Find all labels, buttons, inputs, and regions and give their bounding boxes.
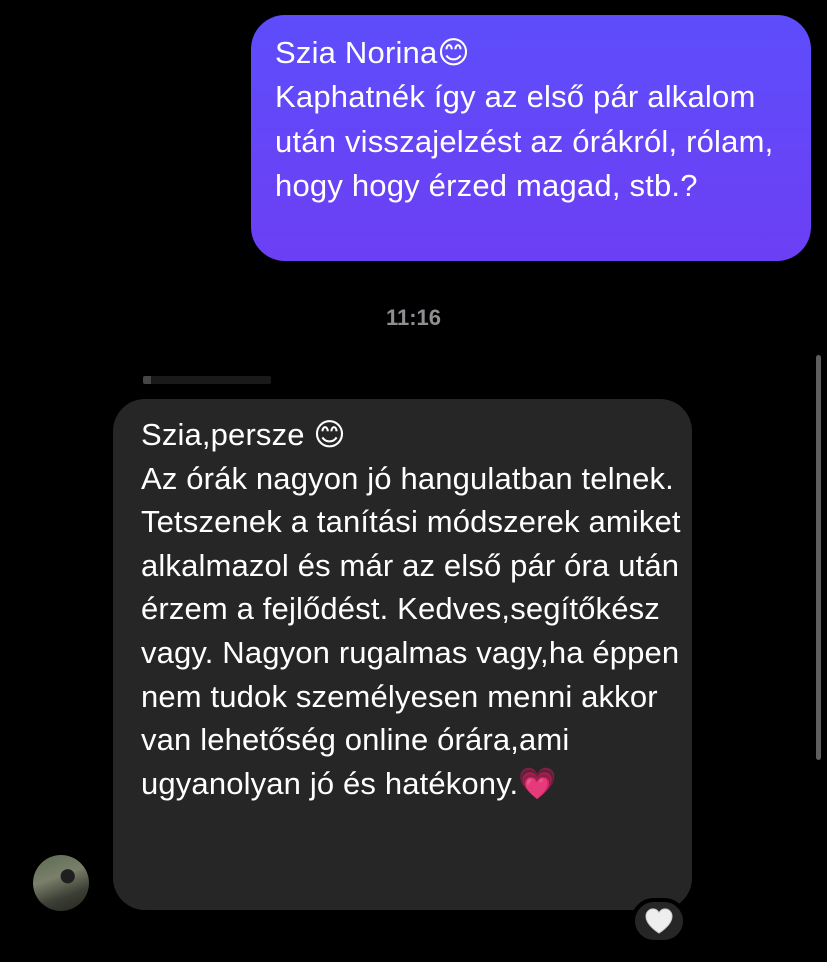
outgoing-message-text: Szia Norina😊 Kaphatnék így az első pár a…: [275, 35, 774, 204]
reaction-badge[interactable]: [631, 898, 687, 944]
incoming-message-bubble[interactable]: Szia,persze 😊 Az órák nagyon jó hangulat…: [113, 399, 692, 910]
outgoing-message-bubble[interactable]: Szia Norina😊 Kaphatnék így az első pár a…: [251, 15, 811, 261]
white-heart-icon: [645, 908, 673, 934]
scrollbar[interactable]: [816, 355, 821, 760]
avatar[interactable]: [33, 855, 89, 911]
message-timestamp: 11:16: [385, 305, 442, 330]
incoming-message-text: Szia,persze 😊 Az órák nagyon jó hangulat…: [141, 417, 681, 801]
sender-name-redacted: [143, 376, 271, 384]
